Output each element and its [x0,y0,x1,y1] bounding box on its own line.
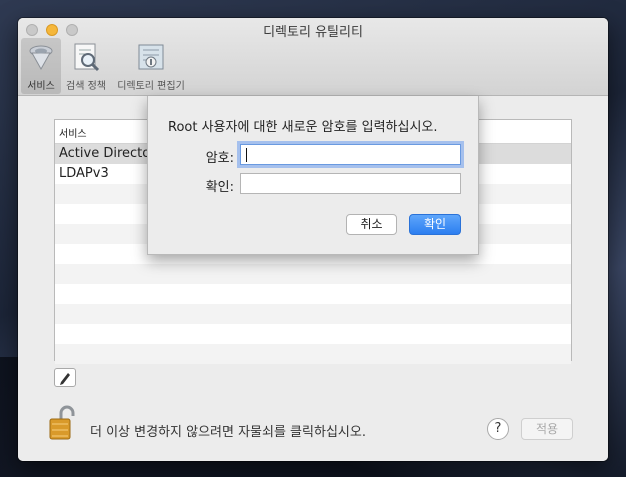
confirm-label: 확인: [205,180,234,195]
search-policy-icon [74,43,100,72]
table-row-empty [55,264,571,284]
cancel-button[interactable]: 취소 [346,214,397,235]
toolbar-directory-editor-label: 디렉토리 편집기 [117,81,185,92]
help-button[interactable]: ? [487,418,509,440]
lock-icon[interactable] [48,405,78,441]
pencil-icon [60,373,70,385]
services-icon [29,45,53,71]
toolbar-directory-editor[interactable]: 디렉토리 편집기 [115,38,187,94]
confirm-password-field[interactable] [240,173,461,194]
toolbar-search-policy[interactable]: 검색 정책 [63,38,109,94]
password-label: 암호: [205,151,234,166]
toolbar-services[interactable]: 서비스 [21,38,61,94]
password-field[interactable] [240,144,461,165]
sheet-message: Root 사용자에 대한 새로운 암호를 입력하십시오. [168,120,438,135]
edit-button[interactable] [54,368,76,387]
table-row-empty [55,324,571,344]
table-row-empty [55,344,571,364]
title-bar: 디렉토리 유틸리티 서비스 검색 정책 디렉토리 편집기 [18,18,608,96]
table-row-empty [55,284,571,304]
ok-button[interactable]: 확인 [409,214,461,235]
directory-editor-icon [138,44,164,70]
lock-message: 더 이상 변경하지 않으려면 자물쇠를 클릭하십시오. [90,425,366,440]
text-caret [246,148,247,162]
toolbar-search-policy-label: 검색 정책 [66,81,106,92]
password-sheet: Root 사용자에 대한 새로운 암호를 입력하십시오. 암호: 확인: 취소 … [147,96,479,255]
table-row-empty [55,304,571,324]
toolbar-services-label: 서비스 [27,81,55,92]
apply-button[interactable]: 적용 [521,418,573,440]
